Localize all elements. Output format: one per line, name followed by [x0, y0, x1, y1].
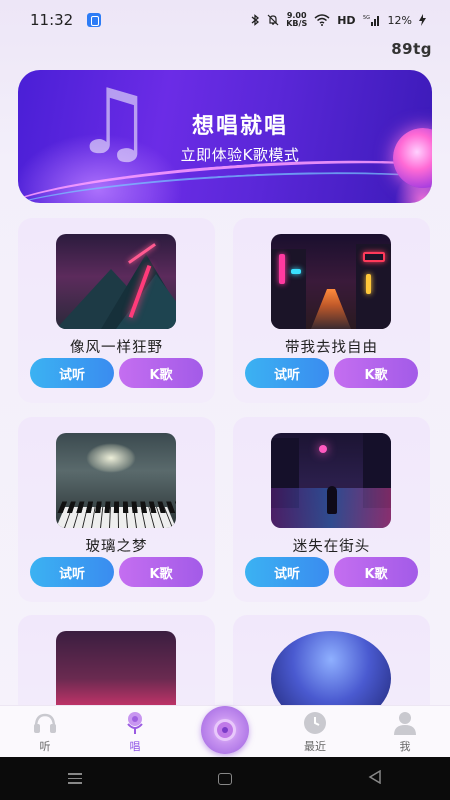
menu-icon[interactable]: [55, 773, 95, 784]
network-type: HD: [337, 13, 356, 27]
signal-icon: 5G: [363, 15, 379, 26]
song-cover[interactable]: [271, 234, 391, 329]
status-time: 11:32: [30, 11, 74, 29]
listen-button[interactable]: 试听: [245, 358, 329, 388]
network-speed: 9.00 KB/S: [286, 12, 307, 28]
clock-icon: [304, 711, 326, 734]
song-card[interactable]: 玻璃之梦 试听 K歌: [18, 417, 215, 602]
app-notification-icon: [87, 13, 102, 27]
nav-label: 最近: [304, 739, 326, 753]
karaoke-button[interactable]: K歌: [334, 358, 418, 388]
song-card[interactable]: 迷失在街头 试听 K歌: [233, 417, 430, 602]
bottom-navigation: 听 唱 最近 我: [0, 705, 450, 757]
banner-subtitle: 立即体验K歌模式: [180, 146, 300, 164]
karaoke-button[interactable]: K歌: [119, 358, 203, 388]
listen-button[interactable]: 试听: [245, 557, 329, 587]
nav-label: 唱: [129, 739, 141, 753]
home-icon: [218, 772, 232, 785]
svg-text:5G: 5G: [363, 15, 370, 21]
mute-bell-icon: [267, 14, 279, 26]
song-cover[interactable]: [56, 433, 176, 528]
song-card[interactable]: 带我去找自由 试听 K歌: [233, 218, 430, 403]
banner-title: 想唱就唱: [191, 114, 288, 139]
status-bar: 11:32 9.00 KB/S HD 5G 12%: [0, 0, 450, 40]
battery-level: 12%: [387, 13, 412, 27]
app-code-label: 89tg: [391, 40, 432, 58]
song-title: 迷失在街头: [292, 539, 371, 555]
song-title: 像风一样狂野: [70, 340, 163, 356]
microphone-icon: [127, 711, 143, 734]
listen-button[interactable]: 试听: [30, 358, 114, 388]
charging-icon: [419, 14, 426, 26]
listen-button[interactable]: 试听: [30, 557, 114, 587]
nav-label: 我: [399, 739, 411, 753]
system-navigation-bar: [0, 757, 450, 800]
song-title: 玻璃之梦: [85, 539, 148, 555]
song-title: 带我去找自由: [285, 340, 378, 356]
song-card[interactable]: 像风一样狂野 试听 K歌: [18, 218, 215, 403]
nav-label: 听: [39, 739, 51, 753]
karaoke-banner[interactable]: ♫ 想唱就唱 立即体验K歌模式: [18, 70, 432, 203]
headphones-icon: [34, 713, 56, 733]
home-button[interactable]: [205, 772, 245, 785]
karaoke-button[interactable]: K歌: [334, 557, 418, 587]
nav-item-recent[interactable]: 最近: [270, 710, 360, 754]
nav-item-disc[interactable]: [180, 705, 270, 754]
song-cover[interactable]: [271, 433, 391, 528]
song-cover[interactable]: [56, 234, 176, 329]
nav-item-sing[interactable]: 唱: [90, 710, 180, 754]
back-button[interactable]: [355, 769, 395, 788]
bluetooth-icon: [251, 14, 260, 26]
back-icon: [368, 769, 381, 785]
nav-item-listen[interactable]: 听: [0, 710, 90, 754]
network-speed-unit: KB/S: [286, 19, 308, 28]
karaoke-button[interactable]: K歌: [119, 557, 203, 587]
nav-item-me[interactable]: 我: [360, 710, 450, 754]
wifi-icon: [314, 14, 330, 26]
user-icon: [394, 711, 416, 735]
vinyl-disc-icon: [201, 705, 249, 754]
